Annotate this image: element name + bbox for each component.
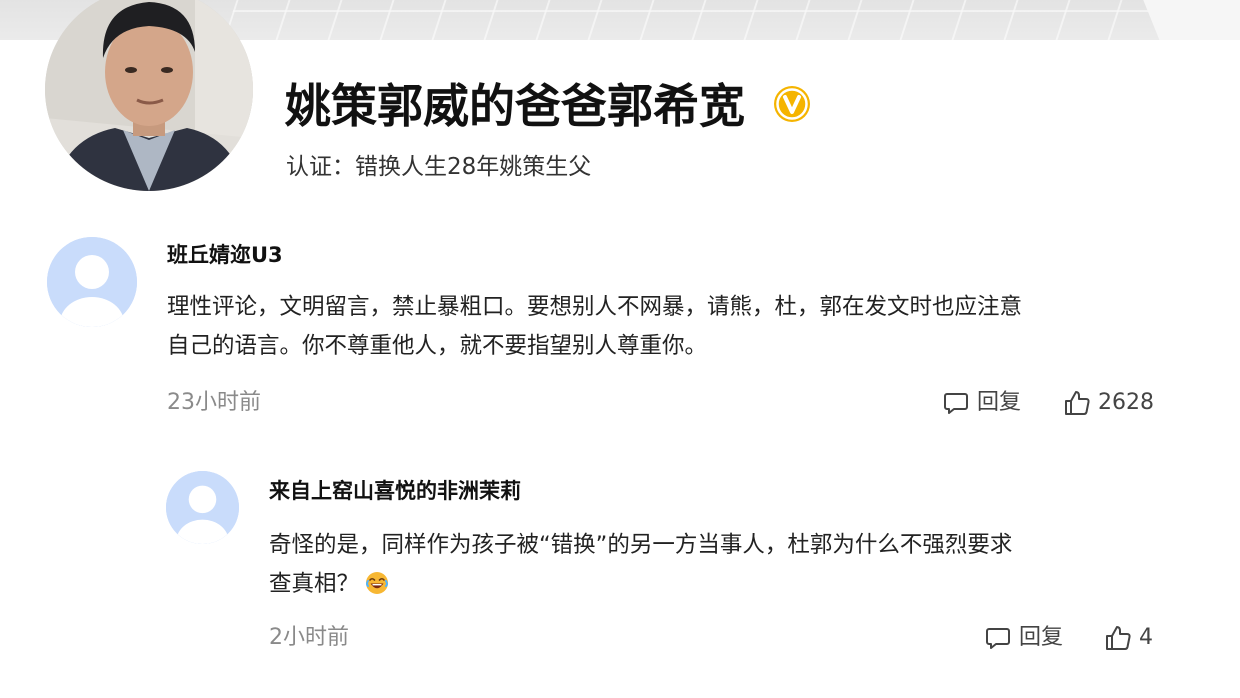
comment-username[interactable]: 班丘婧迩U3 — [167, 240, 283, 270]
default-user-icon — [166, 471, 239, 544]
reply-button[interactable]: 回复 — [984, 623, 1063, 653]
verification-prefix: 认证： — [286, 154, 355, 180]
laughing-crying-emoji-icon — [365, 569, 389, 594]
verification-text: 错换人生28年姚策生父 — [355, 154, 592, 180]
thumbs-up-icon — [1106, 626, 1131, 650]
reply-text-line-2: 查真相？ — [269, 565, 1169, 604]
comment-avatar[interactable] — [47, 237, 137, 327]
verification-line: 认证：错换人生28年姚策生父 — [286, 150, 591, 184]
comment-text-line: 自己的语言。你不尊重他人，就不要指望别人尊重你。 — [167, 333, 708, 359]
thumbs-up-icon — [1065, 391, 1090, 415]
reply-text-line: 奇怪的是，同样作为孩子被“错换”的另一方当事人，杜郭为什么不强烈要求 — [269, 532, 1013, 558]
reply-button[interactable]: 回复 — [942, 388, 1021, 418]
profile-avatar-photo — [45, 0, 253, 191]
reply-username[interactable]: 来自上窑山喜悦的非洲茉莉 — [269, 476, 521, 506]
comment-bubble-icon — [944, 393, 968, 414]
comment-text-line: 理性评论，文明留言，禁止暴粗口。要想别人不网暴，请熊，杜，郭在发文时也应注意 — [167, 294, 1023, 320]
like-button[interactable]: 2628 — [1063, 388, 1154, 418]
default-user-icon — [47, 237, 137, 327]
comment-timestamp: 23小时前 — [167, 390, 261, 415]
like-button[interactable]: 4 — [1104, 623, 1153, 653]
reply-text: 奇怪的是，同样作为孩子被“错换”的另一方当事人，杜郭为什么不强烈要求 查真相？ — [269, 526, 1169, 604]
profile-name: 姚策郭威的爸爸郭希宽 — [285, 79, 745, 133]
verified-badge-icon — [772, 84, 812, 124]
comment-text: 理性评论，文明留言，禁止暴粗口。要想别人不网暴，请熊，杜，郭在发文时也应注意 自… — [167, 288, 1162, 366]
reply-timestamp: 2小时前 — [269, 625, 349, 650]
comment-bubble-icon — [986, 628, 1010, 649]
reply-avatar[interactable] — [166, 471, 239, 544]
profile-avatar[interactable] — [45, 0, 253, 191]
reply-text-line-text: 查真相？ — [269, 571, 360, 597]
like-count: 4 — [1139, 625, 1153, 650]
reply-label: 回复 — [977, 390, 1022, 415]
cover-pattern — [204, 0, 1240, 40]
reply-label: 回复 — [1019, 625, 1064, 650]
like-count: 2628 — [1098, 390, 1154, 415]
